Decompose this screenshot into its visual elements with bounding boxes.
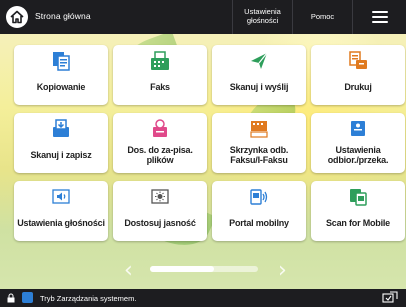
receive-forward-settings-icon — [311, 118, 405, 140]
top-bar: Strona główna Ustawienia głośności Pomoc — [0, 0, 406, 34]
menu-button[interactable] — [352, 0, 406, 34]
tile-label: Drukuj — [344, 82, 372, 93]
print-icon — [311, 50, 405, 72]
tile-label: Skrzynka odb. Faksu/I-Faksu — [229, 145, 289, 165]
copy-icon — [14, 50, 108, 72]
tile-fax-inbox[interactable]: Skrzynka odb. Faksu/I-Faksu — [212, 113, 306, 173]
tile-scan-for-mobile[interactable]: Scan for Mobile — [311, 181, 405, 241]
home-button[interactable] — [6, 6, 28, 28]
fax-icon — [113, 50, 207, 72]
status-monitor-icon[interactable] — [382, 291, 398, 305]
fax-inbox-icon — [212, 118, 306, 140]
home-screen: Strona główna Ustawienia głośności Pomoc… — [0, 0, 406, 307]
volume-settings-icon — [14, 186, 108, 208]
lock-icon — [7, 293, 15, 303]
home-icon — [10, 10, 24, 24]
scan-send-icon — [212, 50, 306, 72]
tile-label: Ustawienia odbior./przeka. — [327, 145, 389, 165]
tile-label: Dostosuj jasność — [124, 218, 196, 229]
status-bar: Tryb Zarządzania systemem. — [0, 289, 406, 307]
tile-label: Kopiowanie — [36, 82, 86, 93]
tile-volume-settings[interactable]: Ustawienia głośności — [14, 181, 108, 241]
tile-print[interactable]: Drukuj — [311, 45, 405, 105]
system-manager-icon — [22, 292, 33, 303]
file-access-icon — [113, 118, 207, 140]
status-text: Tryb Zarządzania systemem. — [40, 294, 137, 303]
tile-scan-and-store[interactable]: Skanuj i zapisz — [14, 113, 108, 173]
tile-label: Scan for Mobile — [325, 218, 390, 229]
tile-label: Skanuj i zapisz — [30, 150, 92, 161]
pager-prev-arrow[interactable]: ‹ — [124, 258, 133, 283]
brightness-icon — [113, 186, 207, 208]
tile-scan-and-send[interactable]: Skanuj i wyślij — [212, 45, 306, 105]
tile-label: Dos. do za-pisa. plików — [127, 145, 193, 165]
tile-label: Faks — [150, 82, 170, 93]
page-scrollbar[interactable] — [150, 266, 258, 272]
scan-for-mobile-icon — [311, 186, 405, 208]
tile-fax[interactable]: Faks — [113, 45, 207, 105]
tile-copy[interactable]: Kopiowanie — [14, 45, 108, 105]
volume-settings-button[interactable]: Ustawienia głośności — [232, 0, 292, 34]
tile-label: Portal mobilny — [229, 218, 289, 229]
mobile-portal-icon — [212, 186, 306, 208]
help-button[interactable]: Pomoc — [292, 0, 352, 34]
volume-settings-label: Ustawienia głośności — [244, 7, 281, 25]
tile-adjust-brightness[interactable]: Dostosuj jasność — [113, 181, 207, 241]
help-label: Pomoc — [310, 11, 335, 21]
tile-label: Ustawienia głośności — [17, 218, 105, 229]
pager-next-arrow[interactable]: › — [278, 258, 287, 283]
tile-label: Skanuj i wyślij — [229, 82, 289, 93]
home-title: Strona główna — [35, 11, 91, 21]
tile-file-access[interactable]: Dos. do za-pisa. plików — [113, 113, 207, 173]
hamburger-menu-icon — [371, 11, 388, 23]
page-scrollbar-thumb[interactable] — [150, 266, 214, 272]
tile-receive-forward-settings[interactable]: Ustawienia odbior./przeka. — [311, 113, 405, 173]
scan-store-icon — [14, 118, 108, 140]
tile-mobile-portal[interactable]: Portal mobilny — [212, 181, 306, 241]
